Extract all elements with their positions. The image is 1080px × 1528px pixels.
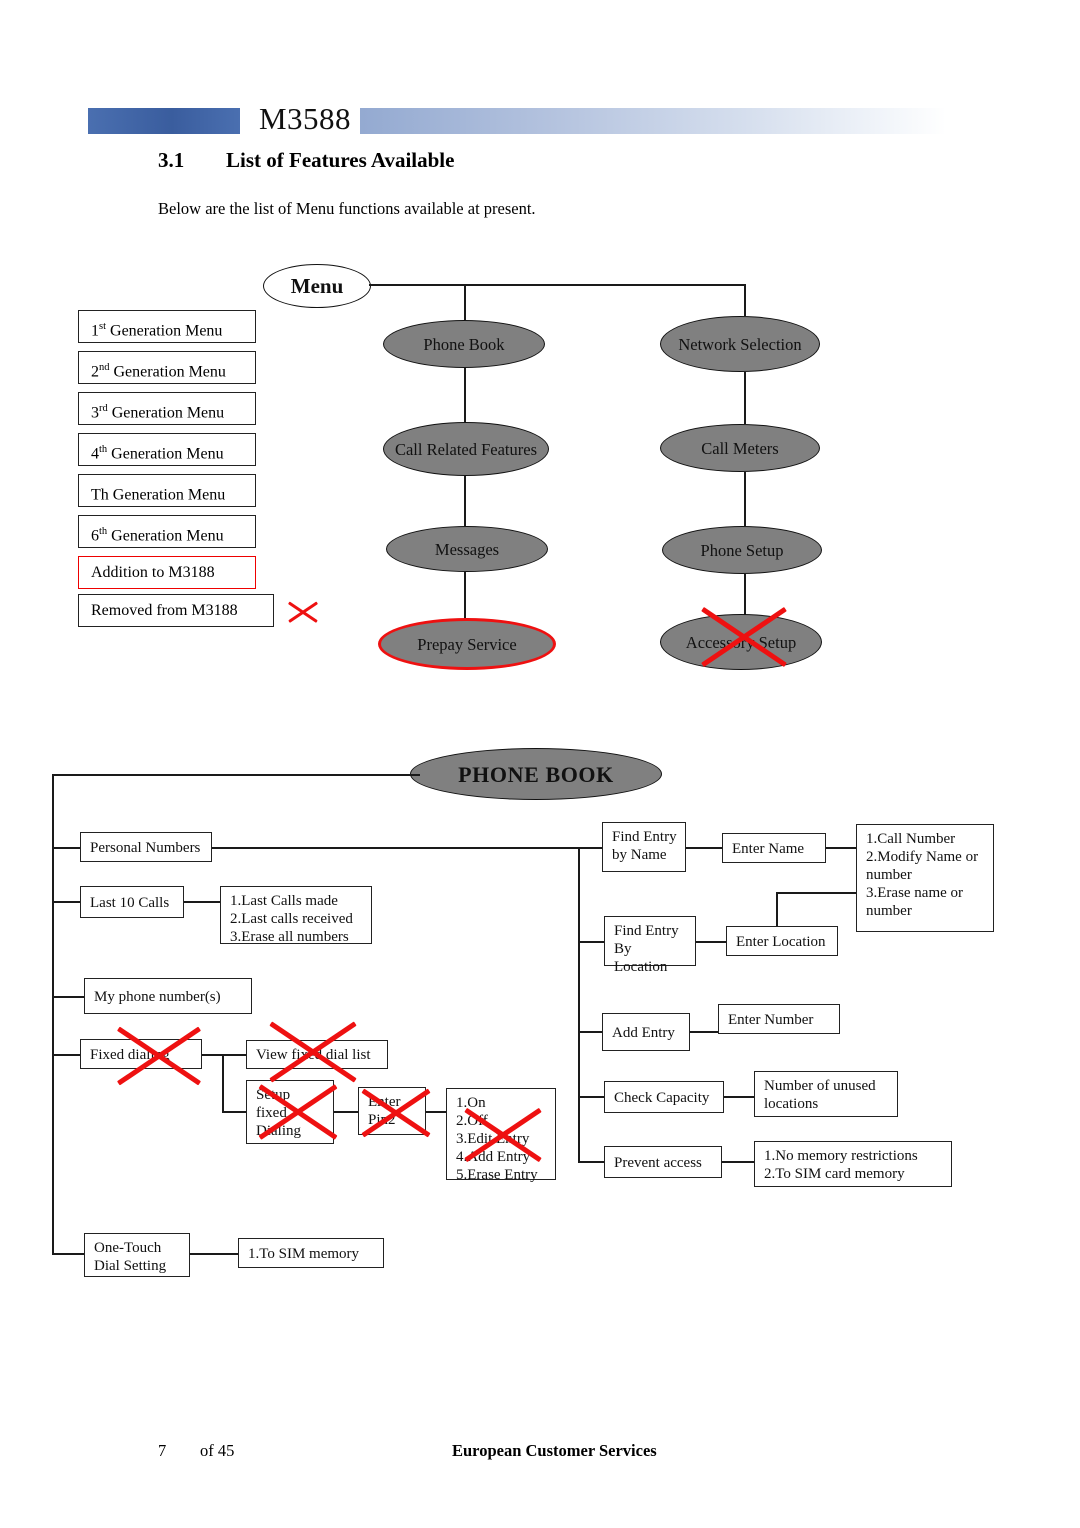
legend-item-removed: Removed from M3188 bbox=[78, 594, 274, 627]
menu-node-call-related-features[interactable]: Call Related Features bbox=[383, 422, 549, 476]
node-check-capacity[interactable]: Check Capacity bbox=[604, 1081, 724, 1113]
node-last-10-calls-options[interactable]: 1.Last Calls made 2.Last calls received … bbox=[220, 886, 372, 945]
connector-callrelated-to-messages bbox=[464, 476, 466, 526]
legend-item-th-generation: Th Generation Menu bbox=[78, 474, 256, 507]
legend-removed-cross-icon bbox=[286, 595, 320, 629]
connector-stub-find-entry-name bbox=[578, 847, 602, 849]
connector-findlocation-to-enterlocation bbox=[696, 941, 726, 943]
legend-item-3rd-generation: 3rd Generation Menu bbox=[78, 392, 256, 425]
node-capacity-result[interactable]: Number of unused locations bbox=[754, 1071, 898, 1117]
connector-messages-to-prepay bbox=[464, 572, 466, 620]
connector-root-to-phonebook bbox=[464, 284, 466, 320]
connector-onetouch-to-options bbox=[190, 1253, 238, 1255]
connector-right-trunk bbox=[578, 847, 580, 1161]
connector-last10-to-options bbox=[184, 901, 220, 903]
connector-title-to-trunk bbox=[52, 774, 420, 776]
node-one-touch-options[interactable]: 1.To SIM memory bbox=[238, 1238, 384, 1268]
legend-item-1st-generation: 1st Generation Menu bbox=[78, 310, 256, 343]
legend-item-addition: Addition to M3188 bbox=[78, 556, 256, 589]
connector-fixeddialing-branch-trunk bbox=[222, 1054, 224, 1111]
connector-phonebook-to-callrelated bbox=[464, 368, 466, 422]
node-setup-fixed-dialing[interactable]: Setup fixed Dialing bbox=[246, 1080, 334, 1144]
connector-entername-to-actions bbox=[826, 847, 856, 849]
connector-stub-my-phone-numbers bbox=[52, 996, 84, 998]
header-accent-bar-right bbox=[332, 108, 946, 134]
node-prevent-access-options[interactable]: 1.No memory restrictions 2.To SIM card m… bbox=[754, 1141, 952, 1187]
node-view-fixed-dial-list[interactable]: View fixed dial list bbox=[246, 1040, 388, 1069]
connector-enterlocation-up bbox=[776, 892, 778, 926]
connector-setupfixed-to-pin2 bbox=[334, 1111, 358, 1113]
legend-item-2nd-generation: 2nd Generation Menu bbox=[78, 351, 256, 384]
node-prevent-access[interactable]: Prevent access bbox=[604, 1146, 722, 1178]
connector-stub-last-10-calls bbox=[52, 901, 80, 903]
connector-stub-setup-fixed-dialing bbox=[222, 1111, 246, 1113]
phone-book-title-node[interactable]: PHONE BOOK bbox=[410, 748, 662, 800]
connector-network-to-callmeters bbox=[744, 372, 746, 424]
node-fixed-dialing[interactable]: Fixed dialing bbox=[80, 1039, 202, 1069]
connector-callmeters-to-phonesetup bbox=[744, 472, 746, 526]
menu-node-phone-book[interactable]: Phone Book bbox=[383, 320, 545, 368]
connector-root-to-network bbox=[744, 284, 746, 316]
connector-stub-prevent-access bbox=[578, 1161, 604, 1163]
connector-fixeddialing-to-branch bbox=[202, 1054, 222, 1056]
menu-node-prepay-service[interactable]: Prepay Service bbox=[378, 618, 556, 670]
node-enter-name[interactable]: Enter Name bbox=[722, 833, 826, 863]
menu-node-messages[interactable]: Messages bbox=[386, 526, 548, 572]
connector-phonesetup-to-accessory bbox=[744, 574, 746, 618]
section-title: List of Features Available bbox=[226, 148, 455, 172]
node-enter-pin2[interactable]: Enter Pin2 bbox=[358, 1087, 426, 1135]
footer-current-page: 7 bbox=[158, 1441, 167, 1460]
header-accent-bar-left bbox=[88, 108, 240, 134]
connector-findname-to-entername bbox=[686, 847, 722, 849]
node-last-10-calls[interactable]: Last 10 Calls bbox=[80, 886, 184, 918]
node-pin2-options[interactable]: 1.On 2.Off 3.Edit Entry 4.Add Entry 5.Er… bbox=[446, 1088, 556, 1183]
footer-total-pages: of 45 bbox=[200, 1441, 235, 1460]
connector-addentry-to-enternumber bbox=[690, 1031, 718, 1033]
connector-pin2-to-options bbox=[426, 1111, 446, 1113]
connector-checkcapacity-to-result bbox=[724, 1096, 754, 1098]
connector-stub-check-capacity bbox=[578, 1096, 604, 1098]
connector-stub-fixed-dialing bbox=[52, 1054, 80, 1056]
node-find-entry-by-name[interactable]: Find Entry by Name bbox=[602, 822, 686, 872]
connector-stub-personal-numbers bbox=[52, 847, 80, 849]
connector-root-horizontal bbox=[369, 284, 745, 286]
intro-paragraph: Below are the list of Menu functions ava… bbox=[158, 199, 536, 218]
node-personal-numbers[interactable]: Personal Numbers bbox=[80, 832, 212, 862]
node-entry-actions[interactable]: 1.Call Number 2.Modify Name or number 3.… bbox=[856, 824, 994, 932]
footer-page-number: 7 of 45 bbox=[158, 1441, 234, 1461]
section-number: 3.1 bbox=[158, 148, 185, 172]
connector-main-trunk bbox=[52, 774, 54, 1254]
legend-item-6th-generation: 6th Generation Menu bbox=[78, 515, 256, 548]
menu-node-network-selection[interactable]: Network Selection bbox=[660, 316, 820, 372]
footer-organization: European Customer Services bbox=[452, 1441, 657, 1460]
node-find-entry-by-location[interactable]: Find Entry By Location bbox=[604, 916, 696, 975]
menu-node-accessory-setup[interactable]: Accessory Setup bbox=[660, 614, 822, 670]
legend-item-4th-generation: 4th Generation Menu bbox=[78, 433, 256, 466]
node-enter-number[interactable]: Enter Number bbox=[718, 1004, 840, 1034]
connector-stub-one-touch bbox=[52, 1253, 84, 1255]
menu-node-call-meters[interactable]: Call Meters bbox=[660, 424, 820, 472]
connector-preventaccess-to-options bbox=[722, 1161, 754, 1163]
connector-stub-view-fixed-dial bbox=[222, 1054, 246, 1056]
header-band: M3588 bbox=[88, 99, 946, 139]
node-one-touch-dial-setting[interactable]: One-Touch Dial Setting bbox=[84, 1233, 190, 1277]
node-add-entry[interactable]: Add Entry bbox=[602, 1013, 690, 1051]
connector-stub-add-entry bbox=[578, 1031, 602, 1033]
menu-root-node[interactable]: Menu bbox=[263, 264, 371, 308]
node-enter-location[interactable]: Enter Location bbox=[726, 926, 838, 956]
menu-node-phone-setup[interactable]: Phone Setup bbox=[662, 526, 822, 574]
node-my-phone-numbers[interactable]: My phone number(s) bbox=[84, 978, 252, 1014]
connector-stub-find-entry-location bbox=[578, 941, 604, 943]
page-title: 3.1 List of Features Available bbox=[158, 148, 454, 173]
document-header-title: M3588 bbox=[250, 99, 360, 139]
connector-enterlocation-to-actions bbox=[776, 892, 856, 894]
connector-personal-to-right-trunk bbox=[212, 847, 578, 849]
